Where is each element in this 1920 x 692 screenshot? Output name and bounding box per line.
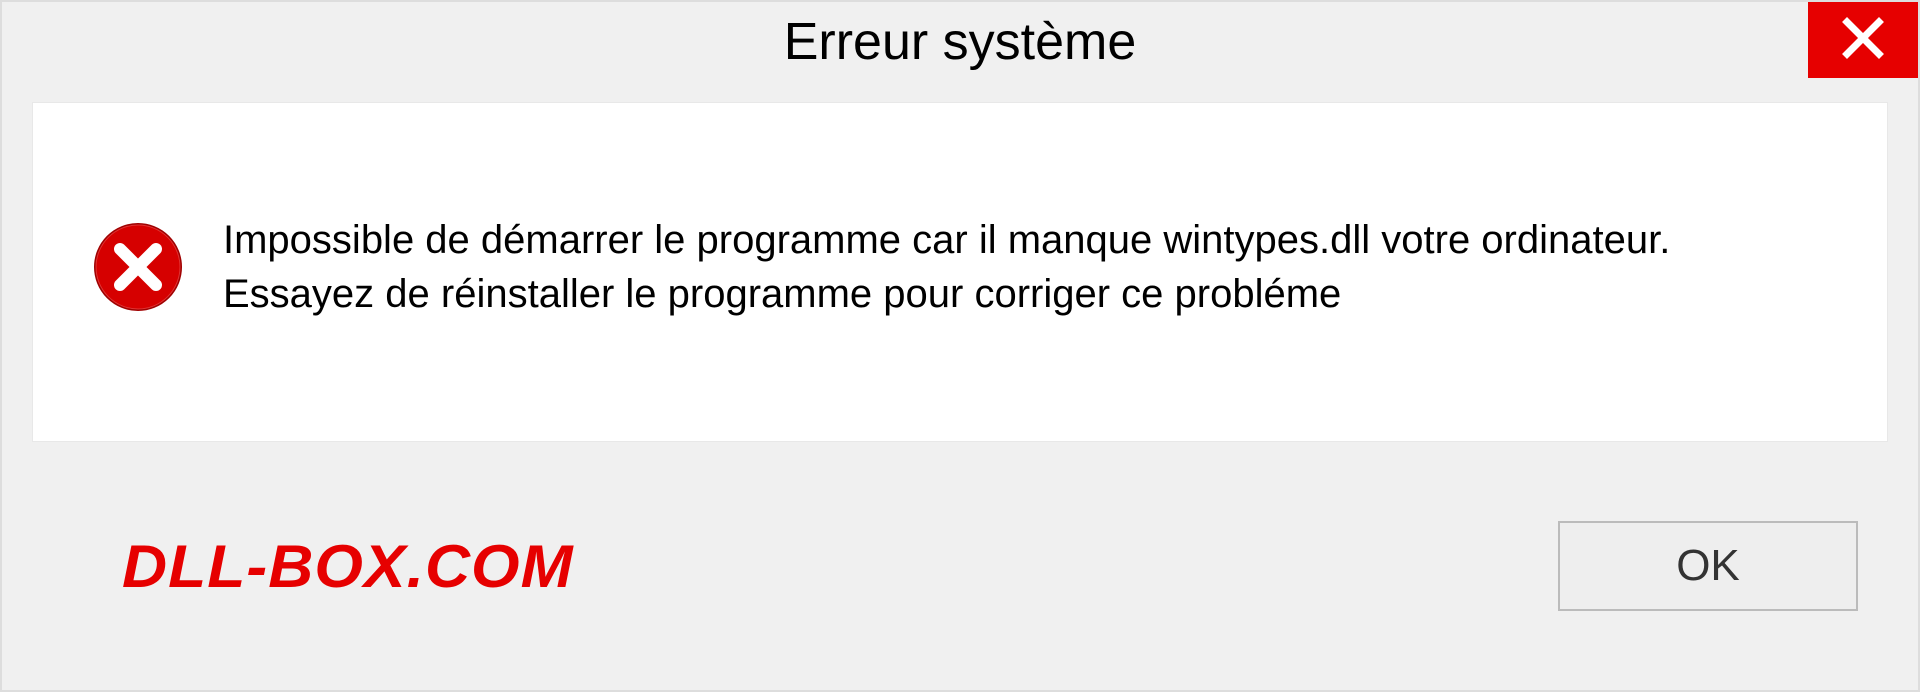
error-message: Impossible de démarrer le programme car …	[223, 213, 1827, 321]
ok-button[interactable]: OK	[1558, 521, 1858, 611]
error-icon	[93, 222, 183, 312]
error-dialog: Erreur système Impossible de démarrer le…	[0, 0, 1920, 692]
close-button[interactable]	[1808, 2, 1918, 78]
close-icon	[1841, 16, 1885, 65]
dialog-title: Erreur système	[784, 12, 1137, 72]
content-panel: Impossible de démarrer le programme car …	[32, 102, 1888, 442]
titlebar: Erreur système	[2, 2, 1918, 102]
footer: DLL-BOX.COM OK	[2, 442, 1918, 690]
watermark-text: DLL-BOX.COM	[122, 532, 574, 601]
